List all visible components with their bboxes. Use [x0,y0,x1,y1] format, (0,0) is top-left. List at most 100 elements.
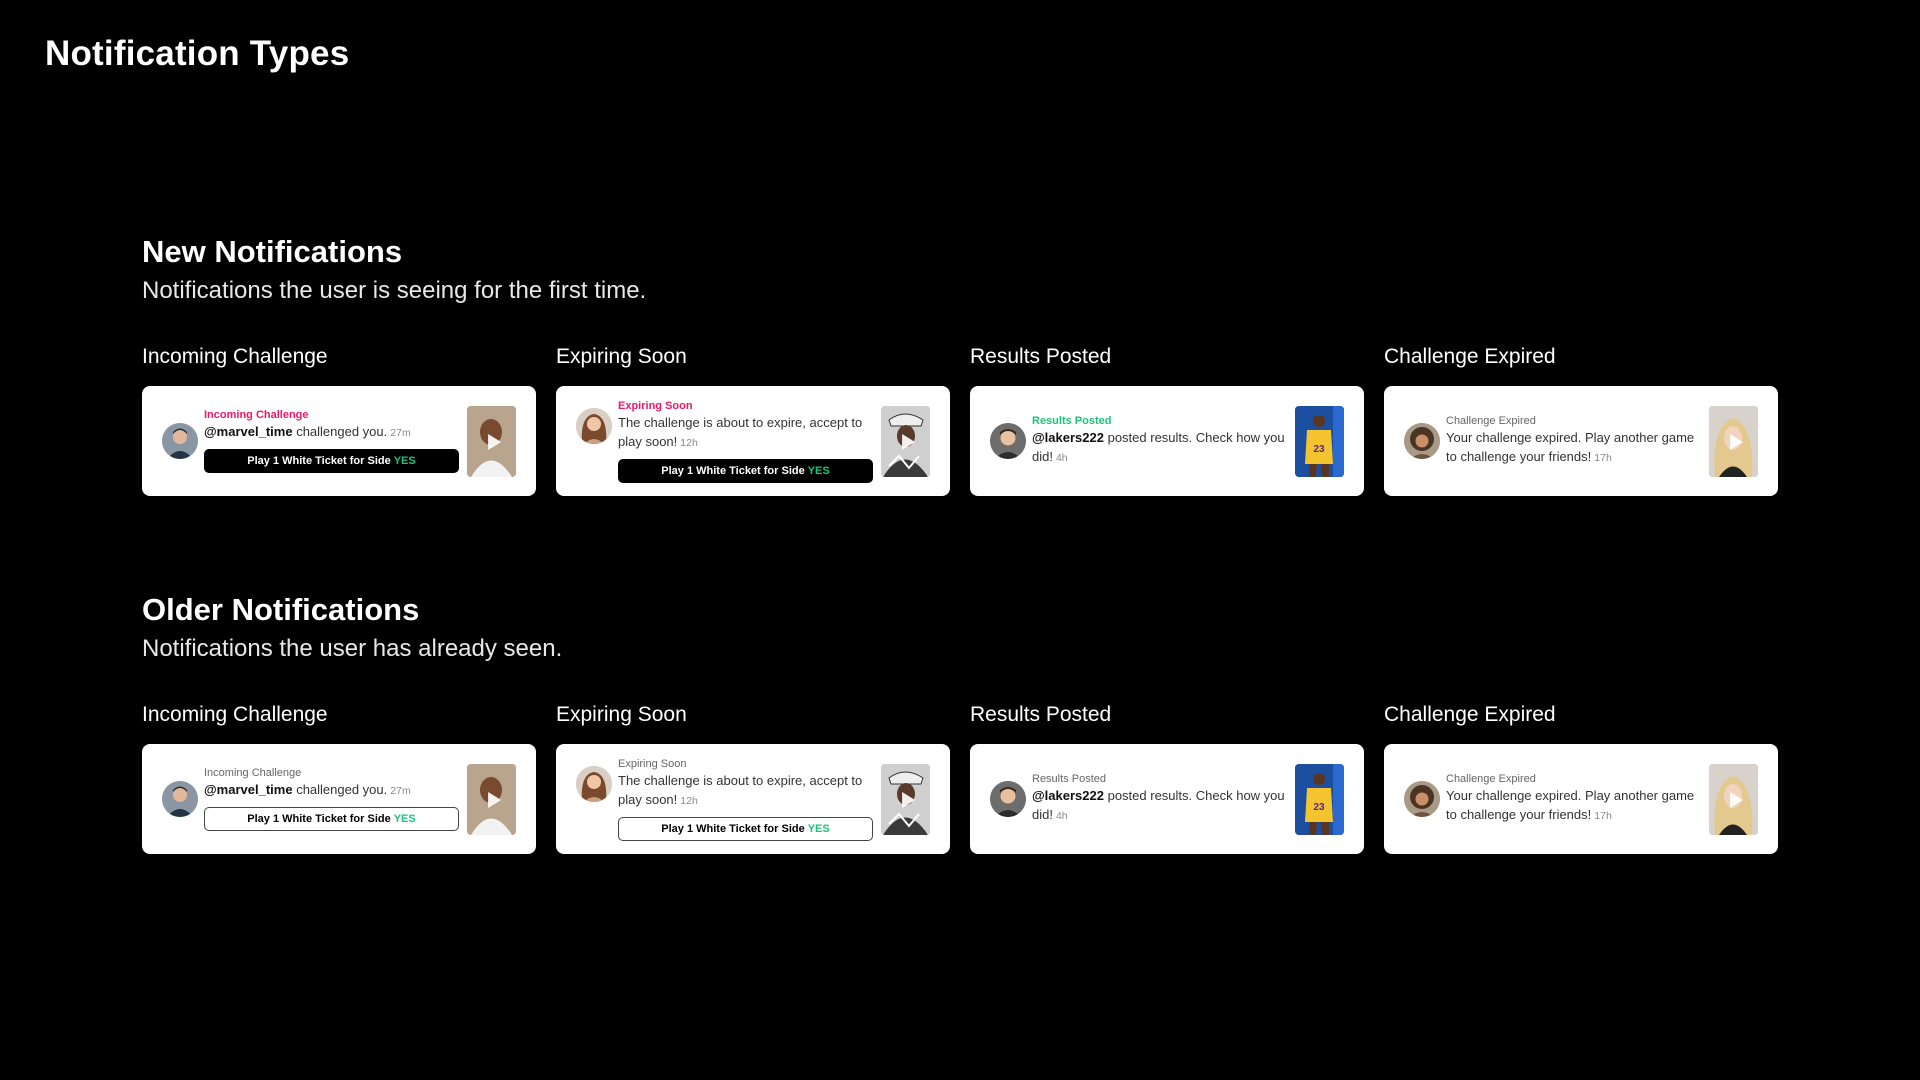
play-icon [901,791,915,808]
notification-type-label: Results Posted [1032,415,1112,427]
notification-text: Results Posted @lakers222 posted results… [1032,772,1287,826]
column-expiring-soon: Expiring Soon Expiring Soon The challeng… [556,702,950,854]
notification-text: Expiring Soon The challenge is about to … [618,757,873,841]
message-text: challenged you. [296,424,388,439]
section-subtitle: Notifications the user has already seen. [142,635,563,662]
play-ticket-button[interactable]: Play 1 White Ticket for Side YES [204,449,459,473]
user-avatar[interactable] [162,781,198,817]
column-label: Challenge Expired [1384,703,1556,726]
user-avatar[interactable] [990,423,1026,459]
timestamp: 27m [390,427,411,439]
message-text: challenged you. [296,782,388,797]
notification-type-label: Challenge Expired [1446,415,1536,427]
cta-side: YES [393,813,416,825]
column-label: Expiring Soon [556,703,687,726]
cta-side: YES [393,455,416,467]
play-ticket-button[interactable]: Play 1 White Ticket for Side YES [204,807,459,831]
column-label: Challenge Expired [1384,345,1556,368]
new-notifications-section: New Notifications Notifications the user… [142,232,1782,496]
notification-message: @lakers222 posted results. Check how you… [1032,786,1287,826]
notification-message: @lakers222 posted results. Check how you… [1032,428,1287,468]
column-challenge-expired: Challenge Expired Challenge Expired Your… [1384,702,1778,854]
timestamp: 4h [1055,452,1068,464]
notification-card-expiring-old[interactable]: Expiring Soon The challenge is about to … [556,744,950,854]
user-avatar[interactable] [162,423,198,459]
notification-type-label: Expiring Soon [618,400,693,412]
page-title: Notification Types [45,34,350,73]
notification-message: Your challenge expired. Play another gam… [1446,428,1701,468]
video-thumbnail[interactable] [467,764,516,835]
video-thumbnail[interactable] [1709,406,1758,477]
message-text: The challenge is about to expire, accept… [618,415,863,449]
section-subtitle: Notifications the user is seeing for the… [142,277,647,304]
player-thumbnail[interactable]: 23 [1295,764,1344,835]
user-avatar[interactable] [576,766,612,802]
user-avatar[interactable] [576,408,612,444]
message-text: The challenge is about to expire, accept… [618,773,863,807]
play-icon [1729,433,1743,450]
video-thumbnail[interactable] [467,406,516,477]
notification-card-expired-old[interactable]: Challenge Expired Your challenge expired… [1384,744,1778,854]
video-thumbnail[interactable] [881,406,930,477]
notification-message: The challenge is about to expire, accept… [618,771,873,811]
cta-label: Play 1 White Ticket for Side [661,823,805,835]
notification-text: Challenge Expired Your challenge expired… [1446,772,1701,826]
notification-text: Results Posted @lakers222 posted results… [1032,414,1287,468]
notification-type-label: Expiring Soon [618,758,687,770]
column-results-posted: Results Posted Results Posted @lakers222… [970,344,1364,496]
column-label: Results Posted [970,703,1112,726]
notification-card-incoming-old[interactable]: Incoming Challenge @marvel_time challeng… [142,744,536,854]
username[interactable]: @marvel_time [204,424,293,439]
column-label: Incoming Challenge [142,703,328,726]
timestamp: 17h [1594,452,1612,464]
svg-text:23: 23 [1313,802,1325,813]
column-incoming-challenge: Incoming Challenge Incoming Challenge @m… [142,702,536,854]
notification-card-expiring-new[interactable]: Expiring Soon The challenge is about to … [556,386,950,496]
message-text: Your challenge expired. Play another gam… [1446,788,1695,822]
notification-card-results-new[interactable]: Results Posted @lakers222 posted results… [970,386,1364,496]
column-challenge-expired: Challenge Expired Challenge Expired Your… [1384,344,1778,496]
column-incoming-challenge: Incoming Challenge Incoming Challenge @m… [142,344,536,496]
new-cards-row: Incoming Challenge Incoming Challenge @m… [142,344,1782,496]
notification-type-label: Results Posted [1032,773,1106,785]
play-ticket-button[interactable]: Play 1 White Ticket for Side YES [618,817,873,841]
column-expiring-soon: Expiring Soon Expiring Soon The challeng… [556,344,950,496]
svg-text:23: 23 [1313,444,1325,455]
notification-card-incoming-new[interactable]: Incoming Challenge @marvel_time challeng… [142,386,536,496]
user-avatar[interactable] [1404,781,1440,817]
cta-label: Play 1 White Ticket for Side [661,465,805,477]
play-icon [901,433,915,450]
notification-card-results-old[interactable]: Results Posted @lakers222 posted results… [970,744,1364,854]
page: Notification Types New Notifications Not… [0,0,1920,1080]
notification-message: @marvel_time challenged you. 27m [204,780,459,801]
notification-text: Incoming Challenge @marvel_time challeng… [204,766,459,831]
user-avatar[interactable] [990,781,1026,817]
notification-card-expired-new[interactable]: Challenge Expired Your challenge expired… [1384,386,1778,496]
username[interactable]: @lakers222 [1032,430,1104,445]
player-thumbnail[interactable]: 23 [1295,406,1344,477]
play-icon [487,791,501,808]
column-label: Expiring Soon [556,345,687,368]
notification-type-label: Challenge Expired [1446,773,1536,785]
video-thumbnail[interactable] [881,764,930,835]
username[interactable]: @lakers222 [1032,788,1104,803]
cta-side: YES [807,823,830,835]
notification-type-label: Incoming Challenge [204,409,309,421]
notification-message: Your challenge expired. Play another gam… [1446,786,1701,826]
notification-message: The challenge is about to expire, accept… [618,413,873,453]
timestamp: 12h [680,437,698,449]
message-text: Your challenge expired. Play another gam… [1446,430,1695,464]
username[interactable]: @marvel_time [204,782,293,797]
cta-label: Play 1 White Ticket for Side [247,455,391,467]
play-icon [1729,791,1743,808]
timestamp: 17h [1594,810,1612,822]
section-title: New Notifications [142,234,403,269]
video-thumbnail[interactable] [1709,764,1758,835]
play-ticket-button[interactable]: Play 1 White Ticket for Side YES [618,459,873,483]
column-label: Results Posted [970,345,1112,368]
notification-text: Expiring Soon The challenge is about to … [618,399,873,483]
older-notifications-section: Older Notifications Notifications the us… [142,590,1782,854]
user-avatar[interactable] [1404,423,1440,459]
column-label: Incoming Challenge [142,345,328,368]
cta-label: Play 1 White Ticket for Side [247,813,391,825]
